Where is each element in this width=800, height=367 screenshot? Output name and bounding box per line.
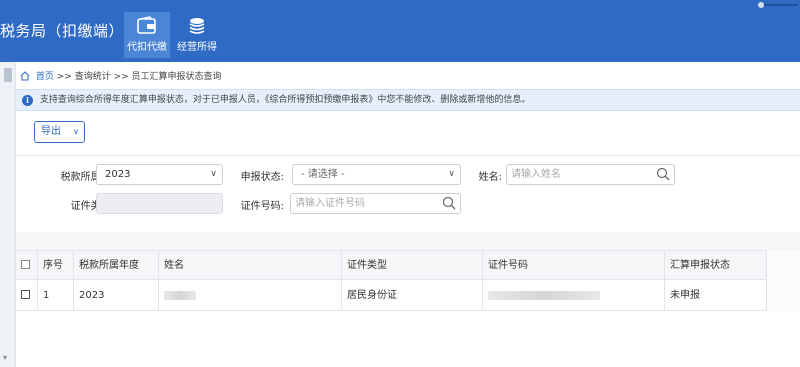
status-select[interactable]: - 请选择 - ∨ [292,164,461,185]
slider-knob[interactable] [758,2,764,8]
app-title: 税务局（扣缴端） [0,22,125,40]
export-button[interactable]: 导出 ∨ [34,121,85,143]
redacted-id-number [488,290,600,300]
table-row[interactable]: 1 2023 居民身份证 未申报 [16,281,767,311]
sidebar-handle[interactable] [4,68,12,82]
id-number-input[interactable]: 请输入证件号码 [290,193,461,214]
divider [16,155,800,156]
cell-id-type: 居民身份证 [342,281,483,311]
chevron-down-icon: ∨ [73,127,79,136]
header-slider[interactable] [758,2,798,8]
select-all-cell [16,251,38,281]
row-select-cell [16,281,38,311]
cell-year: 2023 [74,281,159,311]
search-icon[interactable] [656,167,670,181]
cell-index: 1 [38,281,74,311]
chevron-down-icon: ∨ [210,169,217,179]
name-placeholder: 请输入姓名 [511,169,561,180]
col-index: 序号 [38,251,74,281]
chevron-down-icon: ∨ [448,169,455,179]
table-header: 序号 税款所属年度 姓名 证件类型 证件号码 汇算申报状态 [16,250,767,281]
table-scroll-area[interactable] [767,250,800,312]
nav-withholding-label: 代扣代缴 [127,42,167,53]
home-icon [20,71,30,81]
col-id-type: 证件类型 [342,251,483,281]
info-notice: i 支持查询综合所得年度汇算申报状态，对于已申报人员，《综合所得预扣预缴申报表》… [16,89,800,111]
cell-id-number [483,281,665,311]
col-status: 汇算申报状态 [665,251,767,281]
breadcrumb-home[interactable]: 首页 [36,72,54,82]
period-select[interactable]: 2023 ∨ [96,164,223,185]
wallet-icon [137,16,156,34]
cell-name [159,281,342,311]
left-sidebar: ▾ [0,62,16,367]
col-id-number: 证件号码 [483,251,665,281]
col-year: 税款所属年度 [74,251,159,281]
chevron-down-icon[interactable]: ▾ [3,353,7,362]
select-all-checkbox[interactable] [21,260,30,269]
nav-withholding[interactable]: 代扣代缴 [124,12,170,58]
cell-status: 未申报 [665,281,767,311]
id-number-label: 证件号码: [240,201,284,212]
status-label: 申报状态: [240,172,284,183]
export-label: 导出 [41,126,61,137]
breadcrumb: 首页 >> 查询统计 >> 员工汇算申报状态查询 [20,69,222,82]
row-checkbox[interactable] [21,290,30,299]
status-value: - 请选择 - [301,169,345,180]
id-type-select [96,193,223,214]
period-value: 2023 [105,169,131,180]
coins-icon [189,18,205,34]
app-header: 税务局（扣缴端） 代扣代缴 经营所得 [0,0,800,62]
redacted-name [164,290,196,300]
name-input[interactable]: 请输入姓名 [506,164,675,185]
nav-business-income[interactable]: 经营所得 [174,12,220,58]
col-name: 姓名 [159,251,342,281]
search-icon[interactable] [442,196,456,210]
breadcrumb-path: >> 查询统计 >> 员工汇算申报状态查询 [56,72,222,82]
name-label: 姓名: [478,172,502,183]
notice-text: 支持查询综合所得年度汇算申报状态，对于已申报人员，《综合所得预扣预缴申报表》中您… [39,95,531,105]
main-content: 首页 >> 查询统计 >> 员工汇算申报状态查询 i 支持查询综合所得年度汇算申… [16,62,800,367]
info-icon: i [22,95,33,106]
id-number-placeholder: 请输入证件号码 [295,198,365,209]
nav-business-income-label: 经营所得 [177,42,217,53]
